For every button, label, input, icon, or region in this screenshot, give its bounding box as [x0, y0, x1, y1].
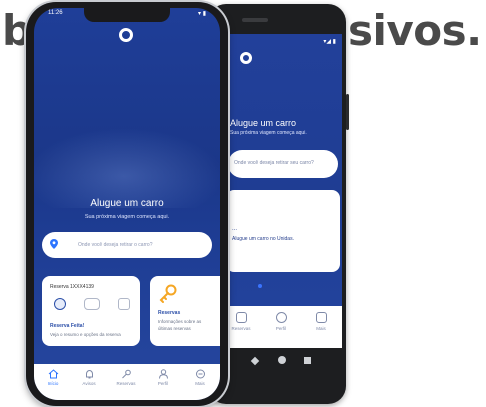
android-tab-mais[interactable]: Mais — [306, 312, 336, 331]
android-search-input[interactable]: Onde você deseja retirar seu carro? — [228, 150, 338, 178]
tab-label: Avisos — [82, 381, 96, 386]
headline-right: sivos. — [348, 6, 482, 55]
iphone-app-logo-icon — [119, 28, 133, 42]
android-tab-perfil[interactable]: Perfil — [266, 312, 296, 331]
tab-label: Início — [47, 381, 59, 386]
android-earpiece — [242, 18, 268, 22]
tab-avisos[interactable]: Avisos — [74, 369, 104, 386]
reservations-card-description: últimas reservas — [158, 326, 191, 331]
android-tab-reservas[interactable]: Reservas — [226, 312, 256, 331]
iphone-screen: 11:26 ▾ ▮ Alugue um carro Sua próxima vi… — [34, 8, 220, 400]
step-close-icon — [118, 298, 130, 310]
iphone-notch — [84, 8, 170, 22]
iphone-search-input[interactable]: Onde você deseja retirar o carro? — [42, 232, 212, 258]
reservation-card-description: Veja o resumo e opções da reserva — [50, 332, 121, 337]
location-pin-icon — [50, 239, 58, 249]
tab-mais[interactable]: Mais — [185, 369, 215, 386]
step-car-icon — [84, 298, 100, 310]
iphone-clock: 11:26 — [48, 10, 63, 16]
iphone: 11:26 ▾ ▮ Alugue um carro Sua próxima vi… — [26, 2, 228, 406]
more-icon — [315, 312, 327, 323]
android-search-placeholder: Onde você deseja retirar seu carro? — [234, 160, 314, 166]
key-icon — [121, 369, 131, 379]
key-icon — [159, 284, 177, 303]
android-info-card[interactable]: ... Alugue um carro no Unidas. — [226, 190, 340, 272]
recent-apps-icon[interactable] — [304, 357, 311, 364]
android-title: Alugue um carro — [230, 118, 297, 128]
car-background-image — [34, 128, 220, 208]
reservation-card[interactable]: Reserva 1XXX4139 Reserva Feita! Veja o r… — [42, 276, 140, 346]
user-icon — [275, 312, 287, 323]
key-icon — [235, 312, 247, 323]
tab-label: Mais — [195, 381, 205, 386]
back-icon[interactable] — [250, 356, 260, 366]
reservation-status-link[interactable]: Reserva Feita! — [50, 323, 84, 329]
reservation-steps — [50, 296, 134, 314]
iphone-search-placeholder: Onde você deseja retirar o carro? — [78, 242, 153, 248]
step-check-icon — [54, 298, 66, 310]
home-icon — [48, 369, 58, 379]
reservations-card-title: Reservas — [158, 310, 181, 316]
android-subtitle: Sua próxima viagem começa aqui. — [230, 130, 307, 136]
tab-reservas[interactable]: Reservas — [111, 369, 141, 386]
bell-icon — [85, 369, 93, 379]
android-tab-label: Perfil — [275, 326, 287, 331]
android-app-logo-icon — [240, 52, 252, 64]
reservations-card-description: Informações sobre as — [158, 319, 202, 324]
android-card-title: ... — [232, 226, 238, 232]
tab-label: Reservas — [116, 381, 136, 386]
reservation-card-title: Reserva 1XXX4139 — [50, 284, 94, 290]
android-screen: ▾◢ ▮ Alugue um carro Sua próxima viagem … — [220, 34, 342, 348]
android-status-bar: ▾◢ ▮ — [323, 39, 336, 45]
iphone-tab-bar: Início Avisos Reservas Perfil Mais — [34, 364, 220, 400]
tab-inicio[interactable]: Início — [38, 369, 68, 386]
android-card-text: Alugue um carro no Unidas. — [232, 236, 294, 242]
android-page-indicator — [258, 284, 262, 288]
tab-perfil[interactable]: Perfil — [148, 369, 178, 386]
iphone-subtitle: Sua próxima viagem começa aqui. — [84, 214, 170, 220]
reservations-card[interactable]: Reservas Informações sobre as últimas re… — [150, 276, 220, 346]
tab-label: Perfil — [157, 381, 169, 386]
user-icon — [158, 369, 168, 379]
android-side-button — [346, 94, 349, 130]
home-circle-icon[interactable] — [278, 356, 286, 364]
iphone-title: Alugue um carro — [90, 198, 164, 209]
android-nav-bar — [220, 348, 342, 372]
more-icon — [195, 369, 205, 379]
iphone-status-icons: ▾ ▮ — [198, 11, 206, 17]
android-tab-label: Mais — [316, 326, 326, 331]
android-phone: ▾◢ ▮ Alugue um carro Sua próxima viagem … — [208, 4, 349, 404]
android-tab-label: Reservas — [231, 326, 251, 331]
android-tab-bar: Reservas Perfil Mais — [220, 306, 342, 348]
